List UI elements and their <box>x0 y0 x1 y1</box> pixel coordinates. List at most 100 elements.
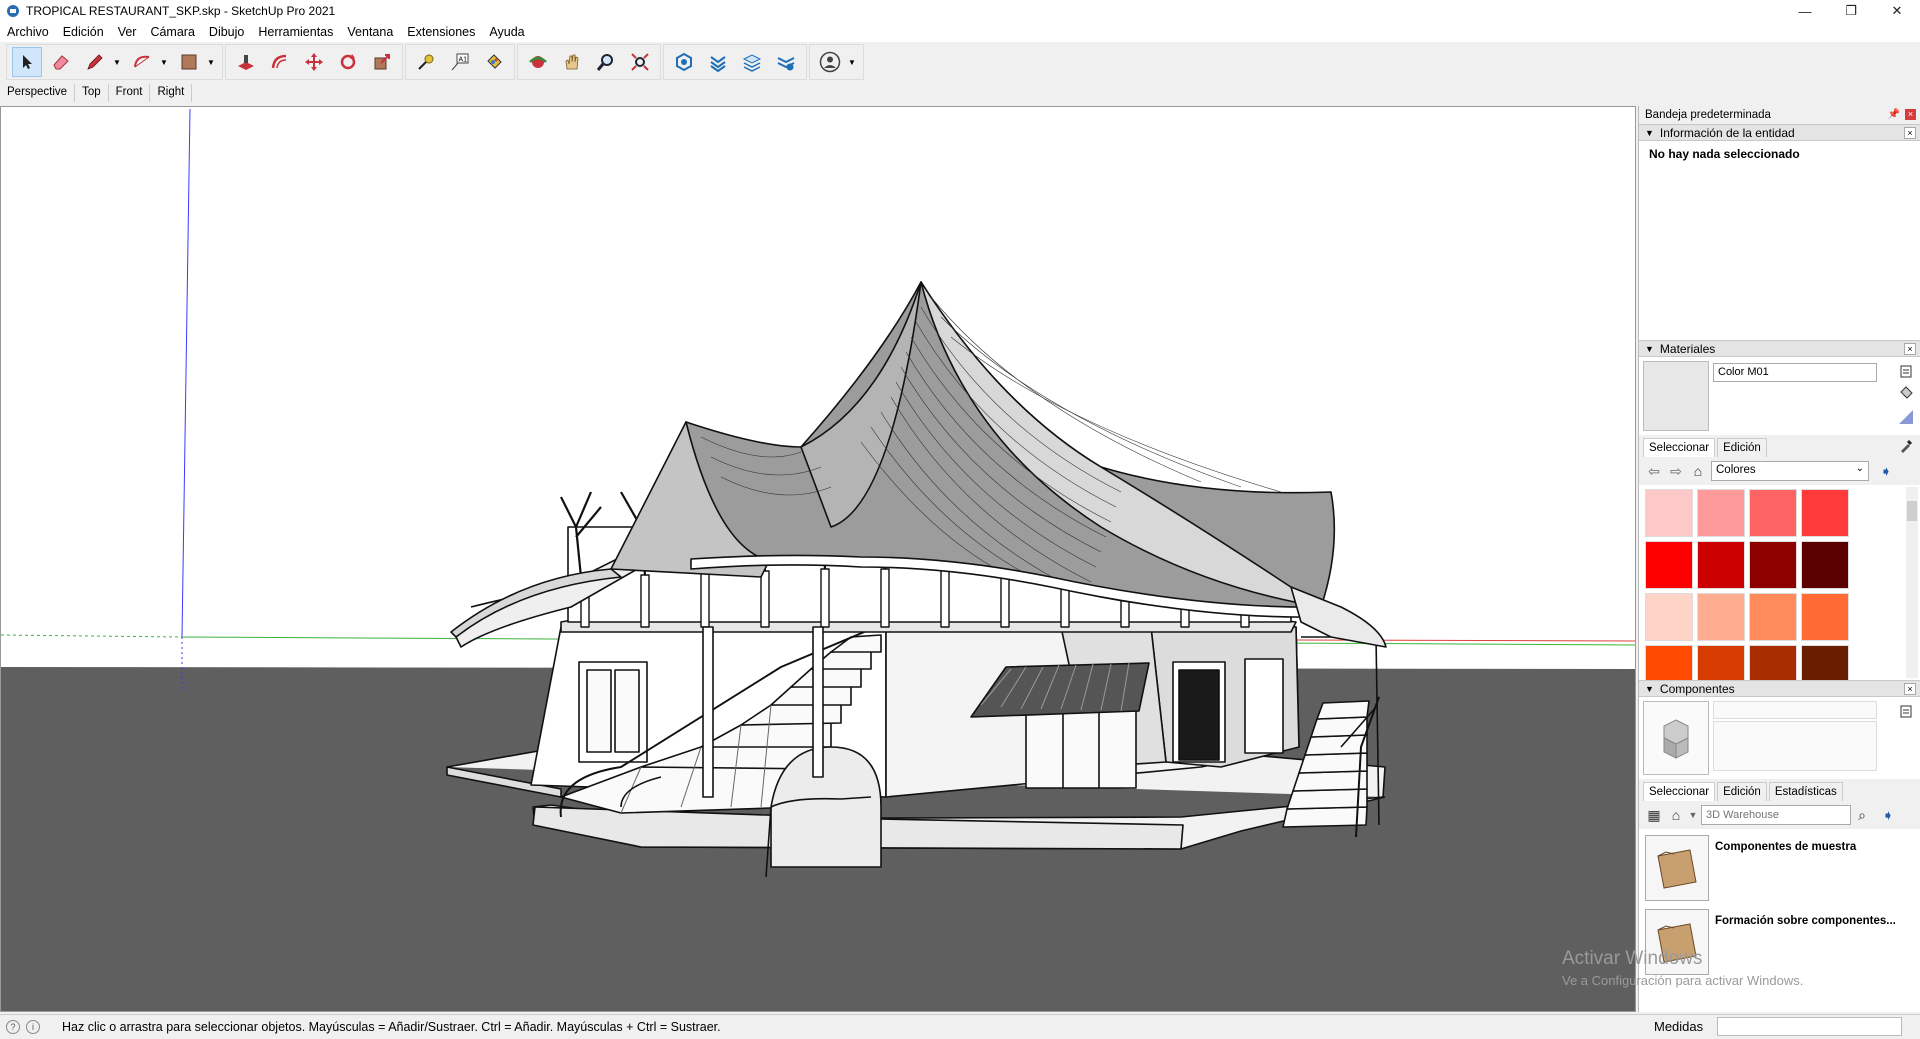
menu-ayuda[interactable]: Ayuda <box>489 25 524 39</box>
geolocation-icon[interactable]: ? <box>6 1020 20 1034</box>
home-icon[interactable]: ⌂ <box>1667 806 1685 824</box>
menu-dibujo[interactable]: Dibujo <box>209 25 244 39</box>
material-library-select[interactable]: Colores ⌄ <box>1711 461 1869 481</box>
chevron-down-icon[interactable]: ▼ <box>1689 806 1698 824</box>
text-tool-button[interactable]: A1 <box>445 47 475 77</box>
arc-tool-dropdown[interactable]: ▼ <box>159 47 169 77</box>
sketchup-logo-icon <box>7 5 19 17</box>
menu-edicion[interactable]: Edición <box>63 25 104 39</box>
close-entity-info-button[interactable]: × <box>1904 127 1916 139</box>
material-swatch[interactable] <box>1801 541 1849 589</box>
close-components-button[interactable]: × <box>1904 683 1916 695</box>
material-swatch[interactable] <box>1645 593 1693 641</box>
close-window-button[interactable]: ✕ <box>1874 0 1920 22</box>
restore-button[interactable]: ❐ <box>1828 0 1874 22</box>
component-description-field[interactable] <box>1713 721 1877 771</box>
tape-measure-tool-button[interactable] <box>411 47 441 77</box>
create-component-icon[interactable] <box>1898 703 1914 719</box>
warehouse-search-input[interactable] <box>1701 805 1851 825</box>
eyedropper-icon[interactable] <box>1898 438 1914 454</box>
material-swatch[interactable] <box>1749 489 1797 537</box>
material-swatch[interactable] <box>1749 541 1797 589</box>
components-header[interactable]: ▼ Componentes × <box>1639 680 1920 697</box>
material-swatch-preview[interactable] <box>1643 361 1709 431</box>
zoom-tool-button[interactable] <box>591 47 621 77</box>
chevron-down-icon: ⌄ <box>1855 463 1864 474</box>
scene-tab-top[interactable]: Top <box>75 84 109 102</box>
material-swatch[interactable] <box>1749 593 1797 641</box>
menu-herramientas[interactable]: Herramientas <box>258 25 333 39</box>
materials-tab-select[interactable]: Seleccionar <box>1643 438 1716 457</box>
material-swatch[interactable] <box>1697 541 1745 589</box>
extension-warehouse-button[interactable] <box>703 47 733 77</box>
model-scene <box>1 107 1635 1011</box>
select-tool-button[interactable] <box>12 47 42 77</box>
menu-ventana[interactable]: Ventana <box>347 25 393 39</box>
line-tool-button[interactable] <box>80 47 110 77</box>
home-icon[interactable]: ⌂ <box>1689 462 1707 480</box>
3d-warehouse-button[interactable] <box>669 47 699 77</box>
push-pull-tool-button[interactable] <box>231 47 261 77</box>
back-arrow-icon[interactable]: ⇦ <box>1645 462 1663 480</box>
menu-camara[interactable]: Cámara <box>150 25 194 39</box>
account-button[interactable] <box>815 47 845 77</box>
shape-tool-button[interactable] <box>174 47 204 77</box>
details-arrow-icon[interactable]: ➧ <box>1879 806 1897 824</box>
component-item-label: Formación sobre componentes... <box>1715 915 1896 927</box>
scene-tab-perspective[interactable]: Perspective <box>0 84 76 102</box>
paint-bucket-icon[interactable] <box>1898 385 1914 401</box>
orbit-tool-button[interactable] <box>523 47 553 77</box>
entity-info-header[interactable]: ▼ Información de la entidad × <box>1639 124 1920 141</box>
close-tray-button[interactable]: × <box>1905 109 1916 120</box>
rotate-tool-button[interactable] <box>333 47 363 77</box>
menu-ver[interactable]: Ver <box>118 25 137 39</box>
measurements-input[interactable] <box>1717 1017 1902 1036</box>
pin-icon[interactable]: 📌 <box>1888 109 1900 120</box>
swatch-scrollbar[interactable] <box>1906 487 1918 678</box>
view-options-icon[interactable]: ▦ <box>1645 806 1663 824</box>
collapse-triangle-icon: ▼ <box>1645 683 1654 694</box>
scene-tab-right[interactable]: Right <box>150 84 193 102</box>
eraser-tool-button[interactable] <box>46 47 76 77</box>
search-icon[interactable]: ⌕ <box>1853 806 1871 824</box>
scale-tool-button[interactable] <box>367 47 397 77</box>
create-material-icon[interactable] <box>1898 363 1914 379</box>
3d-viewport[interactable] <box>0 106 1636 1012</box>
extension-manager-button[interactable] <box>771 47 801 77</box>
info-icon[interactable]: i <box>26 1020 40 1034</box>
shape-tool-dropdown[interactable]: ▼ <box>206 47 216 77</box>
material-swatch[interactable] <box>1801 593 1849 641</box>
move-tool-button[interactable] <box>299 47 329 77</box>
material-swatch[interactable] <box>1645 489 1693 537</box>
material-swatch[interactable] <box>1801 489 1849 537</box>
offset-tool-button[interactable] <box>265 47 295 77</box>
arc-tool-button[interactable] <box>127 47 157 77</box>
material-swatch[interactable] <box>1645 541 1693 589</box>
menu-extensiones[interactable]: Extensiones <box>407 25 475 39</box>
component-name-field[interactable] <box>1713 701 1877 719</box>
paint-bucket-tool-button[interactable] <box>479 47 509 77</box>
layout-send-button[interactable] <box>737 47 767 77</box>
list-item[interactable]: Componentes de muestra <box>1645 835 1913 905</box>
components-tab-edit[interactable]: Edición <box>1717 782 1767 801</box>
components-tab-statistics[interactable]: Estadísticas <box>1768 782 1843 801</box>
components-tab-select[interactable]: Seleccionar <box>1643 782 1716 801</box>
menu-archivo[interactable]: Archivo <box>7 25 49 39</box>
details-arrow-icon[interactable]: ➧ <box>1877 462 1895 480</box>
materials-tab-edit[interactable]: Edición <box>1717 438 1767 457</box>
default-material-icon[interactable] <box>1898 409 1914 425</box>
materials-header[interactable]: ▼ Materiales × <box>1639 340 1920 357</box>
scene-tab-front[interactable]: Front <box>109 84 151 102</box>
account-dropdown[interactable]: ▼ <box>847 47 857 77</box>
zoom-extents-button[interactable] <box>625 47 655 77</box>
material-swatch[interactable] <box>1697 489 1745 537</box>
close-materials-button[interactable]: × <box>1904 343 1916 355</box>
material-name-field[interactable]: Color M01 <box>1713 363 1877 382</box>
pan-tool-button[interactable] <box>557 47 587 77</box>
material-swatch[interactable] <box>1697 593 1745 641</box>
move-arrows-icon <box>305 53 323 71</box>
minimize-button[interactable]: — <box>1782 0 1828 22</box>
component-preview-area <box>1639 697 1920 779</box>
line-tool-dropdown[interactable]: ▼ <box>112 47 122 77</box>
forward-arrow-icon[interactable]: ⇨ <box>1667 462 1685 480</box>
